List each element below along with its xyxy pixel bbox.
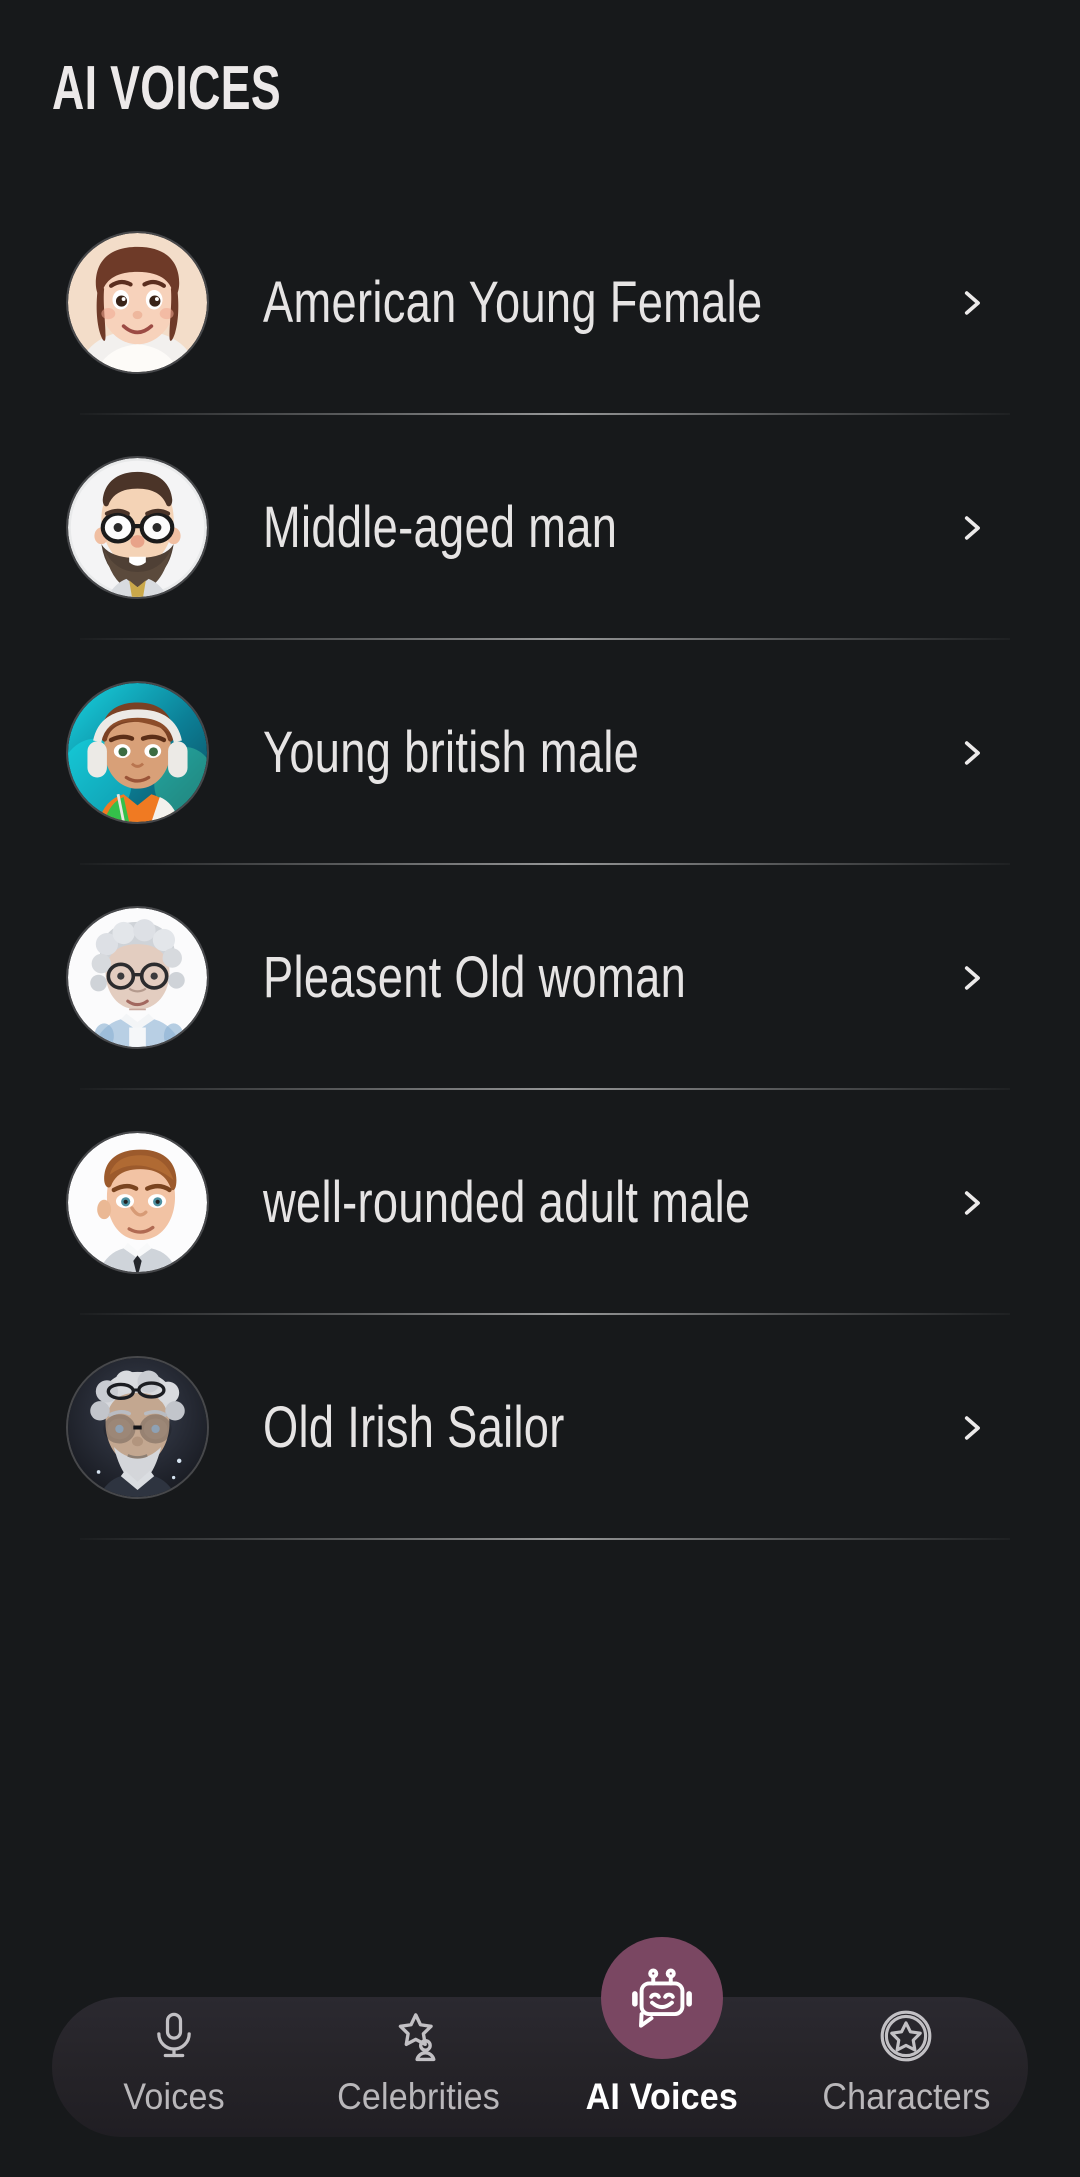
voice-list-item-well-rounded-adult-male[interactable]: well-rounded adult male	[0, 1090, 1080, 1315]
voice-list-item-old-irish-sailor[interactable]: Old Irish Sailor	[0, 1315, 1080, 1540]
voice-name: well-rounded adult male	[263, 1169, 751, 1235]
well-rounded-adult-male-avatar	[68, 1133, 207, 1272]
american-young-female-avatar	[68, 233, 207, 372]
voice-name: American Young Female	[263, 269, 763, 335]
chevron-right-icon[interactable]	[954, 286, 988, 320]
bottom-navigation: Voices Celebrities AI Voices Characters	[52, 1937, 1028, 2137]
voice-list-item-american-young-female[interactable]: American Young Female	[0, 190, 1080, 415]
app-screen: AI VOICES American Young Female Middle-a…	[0, 0, 1080, 2177]
chevron-right-icon[interactable]	[954, 736, 988, 770]
microphone-icon	[142, 2004, 206, 2068]
nav-tab-celebrities[interactable]: Celebrities	[296, 1979, 540, 2137]
nav-tab-characters[interactable]: Characters	[784, 1979, 1028, 2137]
star-circle-icon	[874, 2004, 938, 2068]
star-person-icon	[386, 2004, 450, 2068]
robot-icon	[632, 1968, 692, 2028]
middle-aged-man-avatar	[68, 458, 207, 597]
voice-list-item-young-british-male[interactable]: Young british male	[0, 640, 1080, 865]
nav-label: Voices	[123, 2076, 225, 2117]
nav-label: Celebrities	[336, 2076, 500, 2117]
page-title: AI VOICES	[52, 54, 281, 123]
chevron-right-icon[interactable]	[954, 1411, 988, 1445]
nav-label: Characters	[821, 2076, 991, 2117]
nav-tab-ai-voices[interactable]: AI Voices	[540, 1937, 784, 2137]
voice-list-item-pleasent-old-woman[interactable]: Pleasent Old woman	[0, 865, 1080, 1090]
voice-name: Old Irish Sailor	[263, 1394, 565, 1460]
voice-name: Pleasent Old woman	[263, 944, 687, 1010]
chevron-right-icon[interactable]	[954, 511, 988, 545]
voice-name: Middle-aged man	[263, 494, 618, 560]
chevron-right-icon[interactable]	[954, 961, 988, 995]
young-british-male-avatar	[68, 683, 207, 822]
list-divider	[80, 1538, 1010, 1540]
voice-list: American Young Female Middle-aged man Yo…	[0, 190, 1080, 1540]
pleasent-old-woman-avatar	[68, 908, 207, 1047]
nav-label: AI Voices	[585, 2076, 739, 2117]
chevron-right-icon[interactable]	[954, 1186, 988, 1220]
nav-tab-voices[interactable]: Voices	[52, 1979, 296, 2137]
active-tab-bubble	[601, 1937, 723, 2059]
voice-list-item-middle-aged-man[interactable]: Middle-aged man	[0, 415, 1080, 640]
old-irish-sailor-avatar	[68, 1358, 207, 1497]
voice-name: Young british male	[263, 719, 640, 785]
